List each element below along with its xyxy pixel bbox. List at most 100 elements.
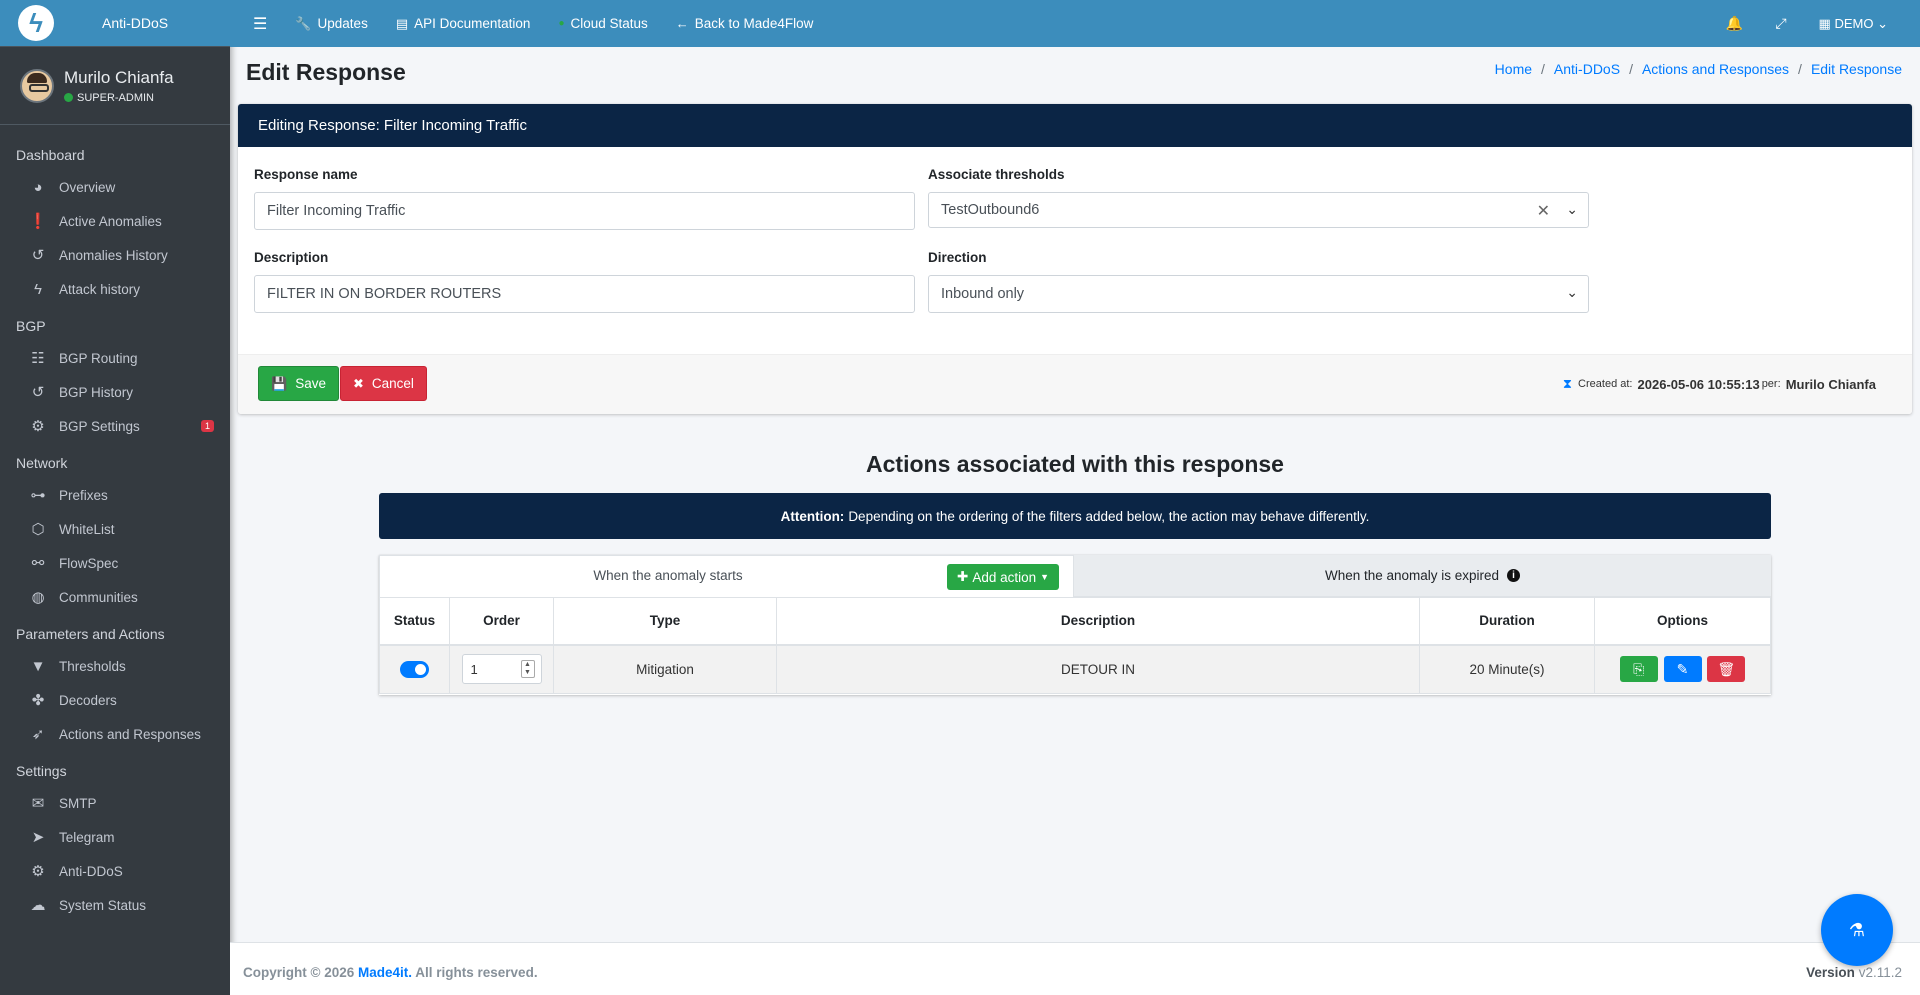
save-button[interactable]: 💾 Save [258, 366, 339, 401]
col-order: Order [449, 597, 554, 646]
close-icon: ✖ [353, 375, 364, 391]
clear-icon[interactable]: ✕ [1537, 201, 1550, 221]
company-link[interactable]: Made4it. [358, 965, 412, 980]
exclamation-circle-icon: ❗ [28, 213, 48, 230]
user-role: SUPER-ADMIN [64, 92, 174, 104]
avatar [20, 68, 54, 103]
sidebar-item-telegram[interactable]: ➤ Telegram [0, 820, 230, 854]
expand-icon[interactable]: ⤢ [1775, 15, 1786, 32]
footer: Copyright © 2026 Made4it. All rights res… [230, 942, 1920, 995]
response-name-group: Response name Filter Incoming Traffic [254, 167, 915, 230]
chevron-down-icon: ⌄ [1566, 284, 1578, 300]
status-toggle[interactable] [400, 660, 429, 678]
created-info: ⧗ Created at: 2026-05-06 10:55:13 per: Mu… [1562, 376, 1876, 392]
back-link[interactable]: ← Back to Made4Flow [676, 16, 814, 31]
online-status-icon [64, 93, 73, 102]
sidebar-item-prefixes[interactable]: ⊶ Prefixes [0, 478, 230, 512]
gears-icon: ⚙ [31, 863, 45, 880]
copy-icon: ⎘ [1633, 660, 1645, 677]
page-title: Edit Response [246, 59, 406, 85]
status-cell [379, 644, 450, 694]
stepper-arrows-icon[interactable]: ▲ ▼ [520, 660, 535, 679]
arrow-left-icon: ← [675, 16, 689, 31]
file-icon: ▤ [395, 15, 409, 31]
flask-fab-button[interactable]: ⚗ [1821, 894, 1893, 966]
sidebar-item-bgp-history[interactable]: ↺ BGP History [0, 375, 230, 409]
history-icon: ↺ [31, 247, 45, 264]
info-icon[interactable]: i [1507, 569, 1521, 582]
sidebar-item-bgp-routing[interactable]: ☷ BGP Routing [0, 341, 230, 375]
user-panel[interactable]: Murilo Chianfa SUPER-ADMIN [0, 47, 230, 125]
sidebar-item-anomalies-history[interactable]: ↺ Anomalies History [0, 238, 230, 272]
card-footer: 💾 Save ✖ Cancel ⧗ Created at: 2026-05-06 1… [238, 354, 1912, 414]
sidebar-item-communities[interactable]: ◍ Communities [0, 580, 230, 614]
sidebar-item-actions-responses[interactable]: ➶ Actions and Responses [0, 717, 230, 751]
options-cell: ⎘ ✎ 🗑 [1594, 644, 1771, 694]
sidebar-item-decoders[interactable]: ✤ Decoders [0, 683, 230, 717]
updates-link[interactable]: 🔧 Updates [295, 16, 367, 32]
topbar: ☰ 🔧 Updates ▤ API Documentation ● Cloud Sta… [230, 0, 1920, 47]
brand[interactable]: ϟ Anti-DDoS [0, 0, 230, 47]
flow-icon: ⚯ [31, 555, 45, 572]
response-name-label: Response name [254, 167, 358, 182]
cloud-status-link[interactable]: ● Cloud Status [558, 16, 647, 31]
main-content: Edit Response Home / Anti-DDoS / Actions a… [230, 47, 1920, 942]
sidebar-item-system-status[interactable]: ☁ System Status [0, 888, 230, 922]
nav-header-network: Network [16, 455, 68, 471]
filter-icon: ▼ [30, 657, 46, 675]
breadcrumb-home[interactable]: Home [1495, 61, 1532, 77]
breadcrumb: Home / Anti-DDoS / Actions and Responses / … [1494, 61, 1902, 77]
tab-anomaly-starts[interactable]: When the anomaly starts ✚ Add action ▼ [379, 555, 1074, 597]
direction-select[interactable]: Inbound only ⌄ [928, 275, 1589, 313]
pencil-icon: ✎ [1676, 660, 1689, 677]
breadcrumb-actions-responses[interactable]: Actions and Responses [1642, 61, 1789, 77]
delete-button[interactable]: 🗑 [1707, 656, 1746, 683]
sidebar-item-thresholds[interactable]: ▼ Thresholds [0, 649, 230, 683]
cancel-button[interactable]: ✖ Cancel [340, 366, 427, 401]
sidebar-item-flowspec[interactable]: ⚯ FlowSpec [0, 546, 230, 580]
brand-name: Anti-DDoS [102, 15, 169, 31]
col-options: Options [1594, 597, 1771, 646]
copy-button[interactable]: ⎘ [1619, 656, 1658, 683]
sidebar-item-attack-history[interactable]: ϟ Attack history [0, 272, 230, 306]
sidebar-item-smtp[interactable]: ✉ SMTP [0, 786, 230, 820]
globe-icon: ◍ [31, 589, 45, 606]
breadcrumb-anti-ddos[interactable]: Anti-DDoS [1554, 61, 1620, 77]
sidebar-item-bgp-settings[interactable]: ⚙ BGP Settings 1 [0, 409, 230, 443]
direction-group: Direction Inbound only ⌄ [928, 250, 1589, 313]
description-input[interactable]: FILTER IN ON BORDER ROUTERS [254, 275, 915, 313]
account-menu[interactable]: ▦ DEMO ⌄ [1819, 16, 1888, 32]
order-cell: 1 ▲ ▼ [449, 644, 554, 694]
add-action-button[interactable]: ✚ Add action ▼ [947, 564, 1060, 590]
thresholds-select[interactable]: TestOutbound6 ✕ ⌄ [928, 192, 1589, 228]
duration-cell: 20 Minute(s) [1419, 644, 1595, 694]
tab-anomaly-expired[interactable]: When the anomaly is expired i [1074, 555, 1771, 597]
flask-icon: ⚗ [1848, 919, 1866, 940]
tachometer-icon: ◕ [33, 178, 43, 196]
order-stepper[interactable]: 1 ▲ ▼ [461, 654, 542, 685]
sitemap-icon: ☷ [31, 350, 45, 367]
sidebar-item-anti-ddos[interactable]: ⚙ Anti-DDoS [0, 854, 230, 888]
cloud-upload-icon: ☁ [30, 897, 46, 914]
sidebar-nav: Dashboard ◕ Overview ❗ Active Anomalies ↺ A… [0, 125, 230, 922]
puzzle-icon: ✤ [31, 692, 45, 709]
bolt-icon: ϟ [34, 280, 42, 298]
description-label: Description [254, 250, 329, 265]
edit-button[interactable]: ✎ [1663, 656, 1702, 683]
col-description: Description [776, 597, 1420, 646]
hamburger-menu-icon[interactable]: ☰ [253, 14, 267, 34]
sidebar-item-active-anomalies[interactable]: ❗ Active Anomalies [0, 204, 230, 238]
col-type: Type [553, 597, 777, 646]
sidebar-item-overview[interactable]: ◕ Overview [0, 170, 230, 204]
save-icon: 💾 [271, 375, 288, 391]
nav-header-parameters: Parameters and Actions [16, 626, 165, 642]
bell-icon[interactable]: 🔔 [1726, 15, 1743, 32]
card-header: Editing Response: Filter Incoming Traffi… [238, 104, 1912, 147]
status-dot-icon: ● [558, 18, 565, 29]
history-icon: ↺ [31, 384, 45, 401]
api-docs-link[interactable]: ▤ API Documentation [396, 16, 531, 32]
response-name-input[interactable]: Filter Incoming Traffic [254, 192, 915, 230]
sidebar-item-whitelist[interactable]: ⬡ WhiteList [0, 512, 230, 546]
chevron-down-icon[interactable]: ⌄ [1566, 201, 1578, 218]
description-cell: DETOUR IN [776, 644, 1420, 694]
